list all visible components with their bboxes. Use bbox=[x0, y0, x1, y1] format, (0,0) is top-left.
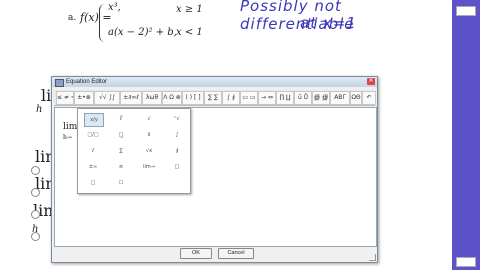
palette-item[interactable]: √x bbox=[140, 145, 158, 157]
toolbar-fences-button[interactable]: ( ) [ ] bbox=[182, 91, 204, 105]
case1-expression: x³, bbox=[108, 2, 121, 13]
toolbar-operators-button[interactable]: ±∂∞ℓ bbox=[120, 91, 142, 105]
limit-subscript-1: h bbox=[36, 104, 43, 115]
toolbar-products-button[interactable]: ∏ ∐ bbox=[276, 91, 294, 105]
editor-limit-subscript: h→ bbox=[63, 134, 72, 141]
equation-app-icon bbox=[55, 79, 64, 87]
toolbar-integrals-button[interactable]: ∫ ∮ bbox=[222, 91, 240, 105]
palette-item[interactable]: ⁿ√ bbox=[168, 113, 186, 125]
palette-item[interactable]: √̄ bbox=[84, 145, 102, 157]
function-lhs: f(x) = bbox=[80, 11, 112, 24]
case2-expression: a(x − 2)² + b, bbox=[108, 27, 177, 38]
case1-condition: x ≥ 1 bbox=[176, 4, 203, 15]
selection-handle[interactable] bbox=[31, 166, 40, 175]
panel-tab[interactable] bbox=[456, 257, 476, 267]
side-panel bbox=[452, 0, 480, 270]
toolbar-relations-button[interactable]: ≤ ≠ ≈ bbox=[56, 91, 74, 105]
toolbar-sums-button[interactable]: ∑ ∑ bbox=[204, 91, 222, 105]
palette-fraction-item[interactable]: x/y bbox=[84, 113, 104, 127]
palette-item[interactable]: ∫ bbox=[168, 129, 186, 141]
palette-item[interactable]: □̲ bbox=[112, 129, 130, 141]
dialog-titlebar[interactable]: Equation Editor ✕ bbox=[52, 77, 377, 87]
equation-editor-dialog: Equation Editor ✕ ≤ ≠ ≈ ±•⊗ √√ ∫∫ ±∂∞ℓ λ… bbox=[51, 76, 378, 263]
panel-tab[interactable] bbox=[456, 6, 476, 16]
palette-item[interactable]: ∮ bbox=[168, 145, 186, 157]
case2-condition: x < 1 bbox=[176, 27, 203, 38]
palette-item[interactable]: □/□ bbox=[84, 129, 102, 141]
toolbar-misc-button[interactable]: ΩΘ bbox=[350, 91, 362, 105]
ok-button[interactable]: OK bbox=[180, 248, 212, 259]
palette-item[interactable]: □ bbox=[84, 177, 102, 189]
part-label: a. bbox=[68, 13, 77, 23]
toolbar-accents-button[interactable]: ŭ Ů bbox=[294, 91, 312, 105]
palette-item[interactable]: ±∞ bbox=[84, 161, 102, 173]
toolbar-spaces-button[interactable]: ±•⊗ bbox=[74, 91, 94, 105]
dialog-title: Equation Editor bbox=[66, 79, 108, 85]
palette-item[interactable]: x̄ bbox=[140, 129, 158, 141]
toolbar-arrows-button[interactable]: → ⇔ bbox=[258, 91, 276, 105]
palette-item[interactable]: □ bbox=[168, 161, 186, 173]
palette-item[interactable]: ≡ bbox=[112, 161, 130, 173]
palette-item[interactable]: ☐ bbox=[112, 177, 130, 189]
resize-grip[interactable] bbox=[369, 254, 376, 261]
cancel-button[interactable]: Cancel bbox=[218, 248, 254, 259]
selection-handle[interactable] bbox=[31, 210, 40, 219]
template-palette: x/y ∛ √ ⁿ√ □/□ □̲ x̄ ∫ √̄ ∑ √x ∮ ±∞ ≡ li… bbox=[77, 108, 191, 194]
palette-item[interactable]: √ bbox=[140, 113, 158, 125]
piecewise-brace bbox=[99, 4, 106, 42]
selection-handle[interactable] bbox=[31, 188, 40, 197]
toolbar-greek-lower-button[interactable]: λωθ bbox=[142, 91, 162, 105]
toolbar-boxes-button[interactable]: ▭ ▭ bbox=[240, 91, 258, 105]
palette-limit-item[interactable]: lim→ bbox=[140, 161, 158, 173]
handwritten-note-line2: at x=1 bbox=[300, 14, 357, 32]
palette-item[interactable]: ∑ bbox=[112, 145, 130, 157]
undo-icon[interactable]: ↶ bbox=[362, 91, 376, 105]
editor-limit-text: lim bbox=[63, 122, 78, 132]
palette-item[interactable]: ∛ bbox=[112, 113, 130, 125]
toolbar-matrices-button[interactable]: ∰ ∰ bbox=[312, 91, 330, 105]
equation-toolbar: ≤ ≠ ≈ ±•⊗ √√ ∫∫ ±∂∞ℓ λωθ Λ Ω ⊗ ( ) [ ] ∑… bbox=[54, 90, 376, 106]
selection-handle[interactable] bbox=[31, 232, 40, 241]
toolbar-templates-button[interactable]: √√ ∫∫ bbox=[94, 91, 120, 105]
toolbar-greek-upper-button[interactable]: Λ Ω ⊗ bbox=[162, 91, 182, 105]
close-icon[interactable]: ✕ bbox=[367, 78, 375, 85]
toolbar-symbols-button[interactable]: ΑΒΓ bbox=[330, 91, 350, 105]
